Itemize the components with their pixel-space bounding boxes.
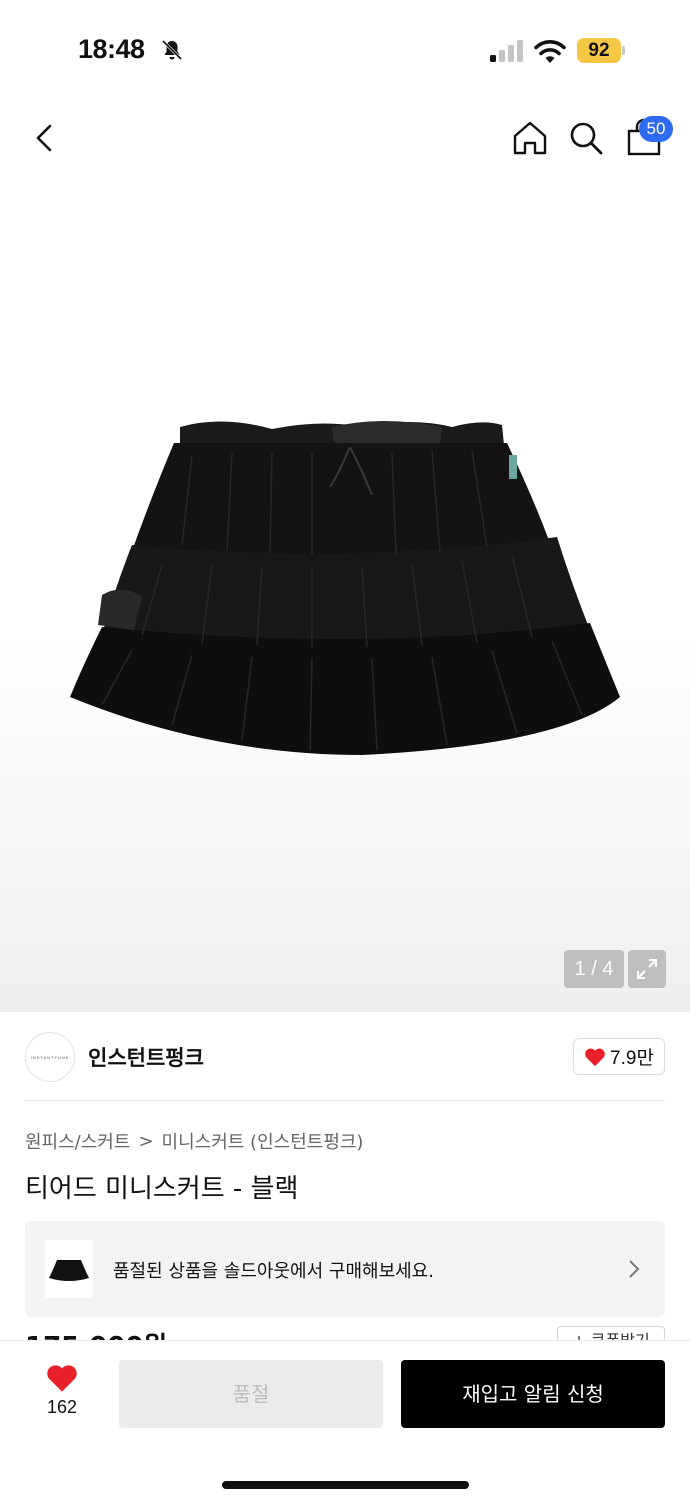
product-image-gallery[interactable]: 1 / 4 — [0, 180, 690, 1012]
brand-name[interactable]: 인스턴트펑크 — [88, 1042, 204, 1072]
heart-icon — [47, 1365, 77, 1392]
divider — [25, 1100, 665, 1101]
product-image-skirt — [70, 421, 620, 755]
breadcrumb-subcategory[interactable]: 미니스커트 (인스턴트펑크) — [162, 1128, 364, 1154]
breadcrumb: 원피스/스커트 > 미니스커트 (인스턴트펑크) — [25, 1128, 363, 1154]
battery-cap — [622, 46, 625, 55]
chevron-right-icon — [629, 1260, 640, 1278]
brand-like-count: 7.9만 — [610, 1048, 654, 1069]
brand-logo[interactable]: INSTANTFUNK — [25, 1032, 75, 1082]
coupon-button[interactable]: + 쿠폰받기 — [557, 1326, 665, 1340]
breadcrumb-category[interactable]: 원피스/스커트 — [25, 1128, 130, 1154]
cart-count-badge[interactable]: 50 — [639, 116, 673, 142]
bell-slash-icon — [161, 39, 183, 61]
soldout-product-thumbnail — [45, 1240, 93, 1298]
product-price: 175,000원 — [25, 1326, 167, 1340]
wifi-icon — [534, 40, 566, 63]
signal-icon — [490, 40, 523, 62]
breadcrumb-separator: > — [138, 1130, 154, 1152]
soldout-button: 품절 — [119, 1360, 383, 1428]
expand-icon — [637, 959, 657, 979]
battery-level: 92 — [577, 38, 621, 63]
wishlist-button[interactable]: 162 — [30, 1363, 94, 1423]
heart-icon — [585, 1048, 605, 1066]
search-icon[interactable] — [566, 118, 606, 158]
brand-row[interactable]: INSTANTFUNK 인스턴트펑크 7.9만 — [0, 1012, 690, 1102]
brand-logo-text: INSTANTFUNK — [30, 1054, 70, 1060]
soldout-marketplace-banner[interactable]: 품절된 상품을 솔드아웃에서 구매해보세요. — [25, 1221, 665, 1317]
wishlist-count: 162 — [46, 1397, 78, 1417]
image-counter: 1 / 4 — [564, 950, 624, 988]
top-nav: 50 — [0, 100, 690, 180]
price-row: 175,000원 + 쿠폰받기 — [25, 1326, 665, 1340]
product-title: 티어드 미니스커트 - 블랙 — [25, 1174, 299, 1204]
soldout-banner-text: 품절된 상품을 솔드아웃에서 구매해보세요. — [113, 1261, 434, 1282]
home-icon[interactable] — [510, 118, 550, 158]
status-bar: 18:48 92 — [0, 0, 690, 100]
bottom-action-bar: 162 품절 재입고 알림 신청 — [0, 1340, 690, 1500]
restock-alert-button[interactable]: 재입고 알림 신청 — [401, 1360, 665, 1428]
battery-indicator: 92 — [577, 38, 625, 63]
status-time: 18:48 — [78, 34, 145, 64]
home-indicator — [222, 1481, 469, 1489]
brand-like-button[interactable]: 7.9만 — [573, 1038, 665, 1075]
expand-image-button[interactable] — [628, 950, 666, 988]
back-icon[interactable] — [28, 118, 62, 158]
